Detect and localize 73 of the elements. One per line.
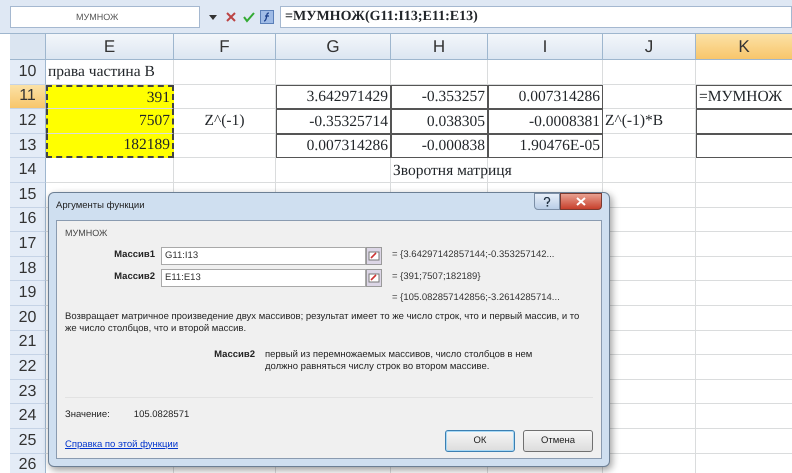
argument-help-label: Массив2: [213, 348, 256, 362]
column-header[interactable]: E: [46, 34, 174, 60]
table-cell[interactable]: [696, 109, 792, 134]
table-cell[interactable]: 182189: [46, 134, 174, 158]
argument-field[interactable]: G11:I13: [161, 246, 366, 264]
help-button[interactable]: [534, 193, 560, 210]
collapse-dialog-icon[interactable]: [366, 268, 382, 286]
table-cell[interactable]: 3.642971429: [276, 84, 391, 110]
table-cell[interactable]: -0.000838: [391, 134, 488, 158]
row-header[interactable]: 26: [10, 454, 46, 473]
cell-text: права частина В: [48, 62, 155, 82]
formula-field[interactable]: =МУМНОЖ(G11:I13;E11:E13): [280, 6, 792, 28]
table-cell[interactable]: 0.038305: [391, 109, 488, 134]
table-cell[interactable]: 0.007314286: [276, 134, 391, 158]
table-cell[interactable]: 0.007314286: [488, 84, 603, 110]
close-button[interactable]: [560, 193, 602, 210]
check-icon[interactable]: [242, 10, 256, 24]
column-header[interactable]: F: [174, 34, 276, 60]
column-header[interactable]: I: [488, 34, 603, 60]
row-header[interactable]: 12: [10, 109, 46, 134]
cancel-icon[interactable]: [224, 10, 238, 24]
cancel-button[interactable]: Отмена: [523, 430, 593, 452]
ok-button[interactable]: ОК: [445, 430, 515, 452]
argument-label: Массив1: [113, 248, 156, 262]
dialog-title: Аргументы функции: [56, 199, 145, 214]
cell-text: Z^(-1)*B: [605, 111, 664, 132]
table-cell[interactable]: 1.90476E-05: [488, 134, 603, 158]
row-header[interactable]: 20: [10, 306, 46, 331]
row-header[interactable]: 14: [10, 158, 46, 183]
close-icon: [576, 197, 586, 206]
argument-result: = {3.64297142857144;-0.353257142...: [391, 248, 554, 262]
table-cell[interactable]: =МУМНОЖ: [696, 84, 792, 110]
column-header[interactable]: G: [276, 34, 391, 60]
name-box[interactable]: МУМНОЖ: [10, 6, 200, 28]
argument-result: = {391;7507;182189}: [391, 270, 480, 284]
row-header[interactable]: 19: [10, 281, 46, 306]
argument-help-text: первый из перемножаемых массивов, число столбцов в нем должно равняться числу строк во втором массиве.: [265, 348, 534, 372]
argument-label: Массив2: [113, 270, 156, 284]
column-header[interactable]: H: [391, 34, 488, 60]
table-cell[interactable]: 7507: [46, 109, 174, 134]
row-header[interactable]: 16: [10, 208, 46, 232]
argument-field[interactable]: E11:E13: [161, 268, 366, 286]
cell-text: =МУМНОЖ: [699, 87, 782, 108]
row-header[interactable]: 15: [10, 182, 46, 208]
table-cell[interactable]: -0.0008381: [488, 109, 603, 134]
collapse-dialog-icon[interactable]: [366, 246, 382, 264]
insert-function-icon[interactable]: [260, 10, 274, 24]
row-header[interactable]: 23: [10, 380, 46, 404]
column-header[interactable]: K: [696, 34, 792, 60]
formula-result: = {105.082857142856;-3.2614285714...: [391, 291, 561, 306]
row-header[interactable]: 25: [10, 428, 46, 454]
row-header[interactable]: 13: [10, 134, 46, 158]
row-header[interactable]: 24: [10, 404, 46, 429]
help-icon: [543, 196, 551, 206]
table-cell[interactable]: [696, 134, 792, 158]
row-header[interactable]: 18: [10, 256, 46, 282]
value-label: Значение:: [65, 408, 110, 422]
row-header[interactable]: 11: [10, 84, 46, 110]
table-cell[interactable]: Z^(-1): [174, 109, 276, 134]
select-all-corner[interactable]: [10, 34, 46, 60]
row-header[interactable]: 10: [10, 60, 46, 85]
table-cell[interactable]: 391: [46, 84, 174, 110]
row-header[interactable]: 21: [10, 330, 46, 356]
column-header[interactable]: J: [603, 34, 696, 60]
help-link[interactable]: Справка по этой функции: [65, 438, 190, 452]
cell-text: Зворотня матриця: [393, 160, 512, 181]
row-header[interactable]: 22: [10, 355, 46, 380]
row-header[interactable]: 17: [10, 232, 46, 257]
table-cell[interactable]: -0.353257: [391, 84, 488, 110]
value-text: 105.0828571: [134, 408, 190, 422]
function-description: Возвращает матричное произведение двух массивов; результат имеет то же число строк, что и первый массив, и то же число столбцов, что и второй массив.: [65, 310, 580, 334]
function-name: МУМНОЖ: [65, 227, 108, 240]
table-cell[interactable]: -0.35325714: [276, 109, 391, 134]
